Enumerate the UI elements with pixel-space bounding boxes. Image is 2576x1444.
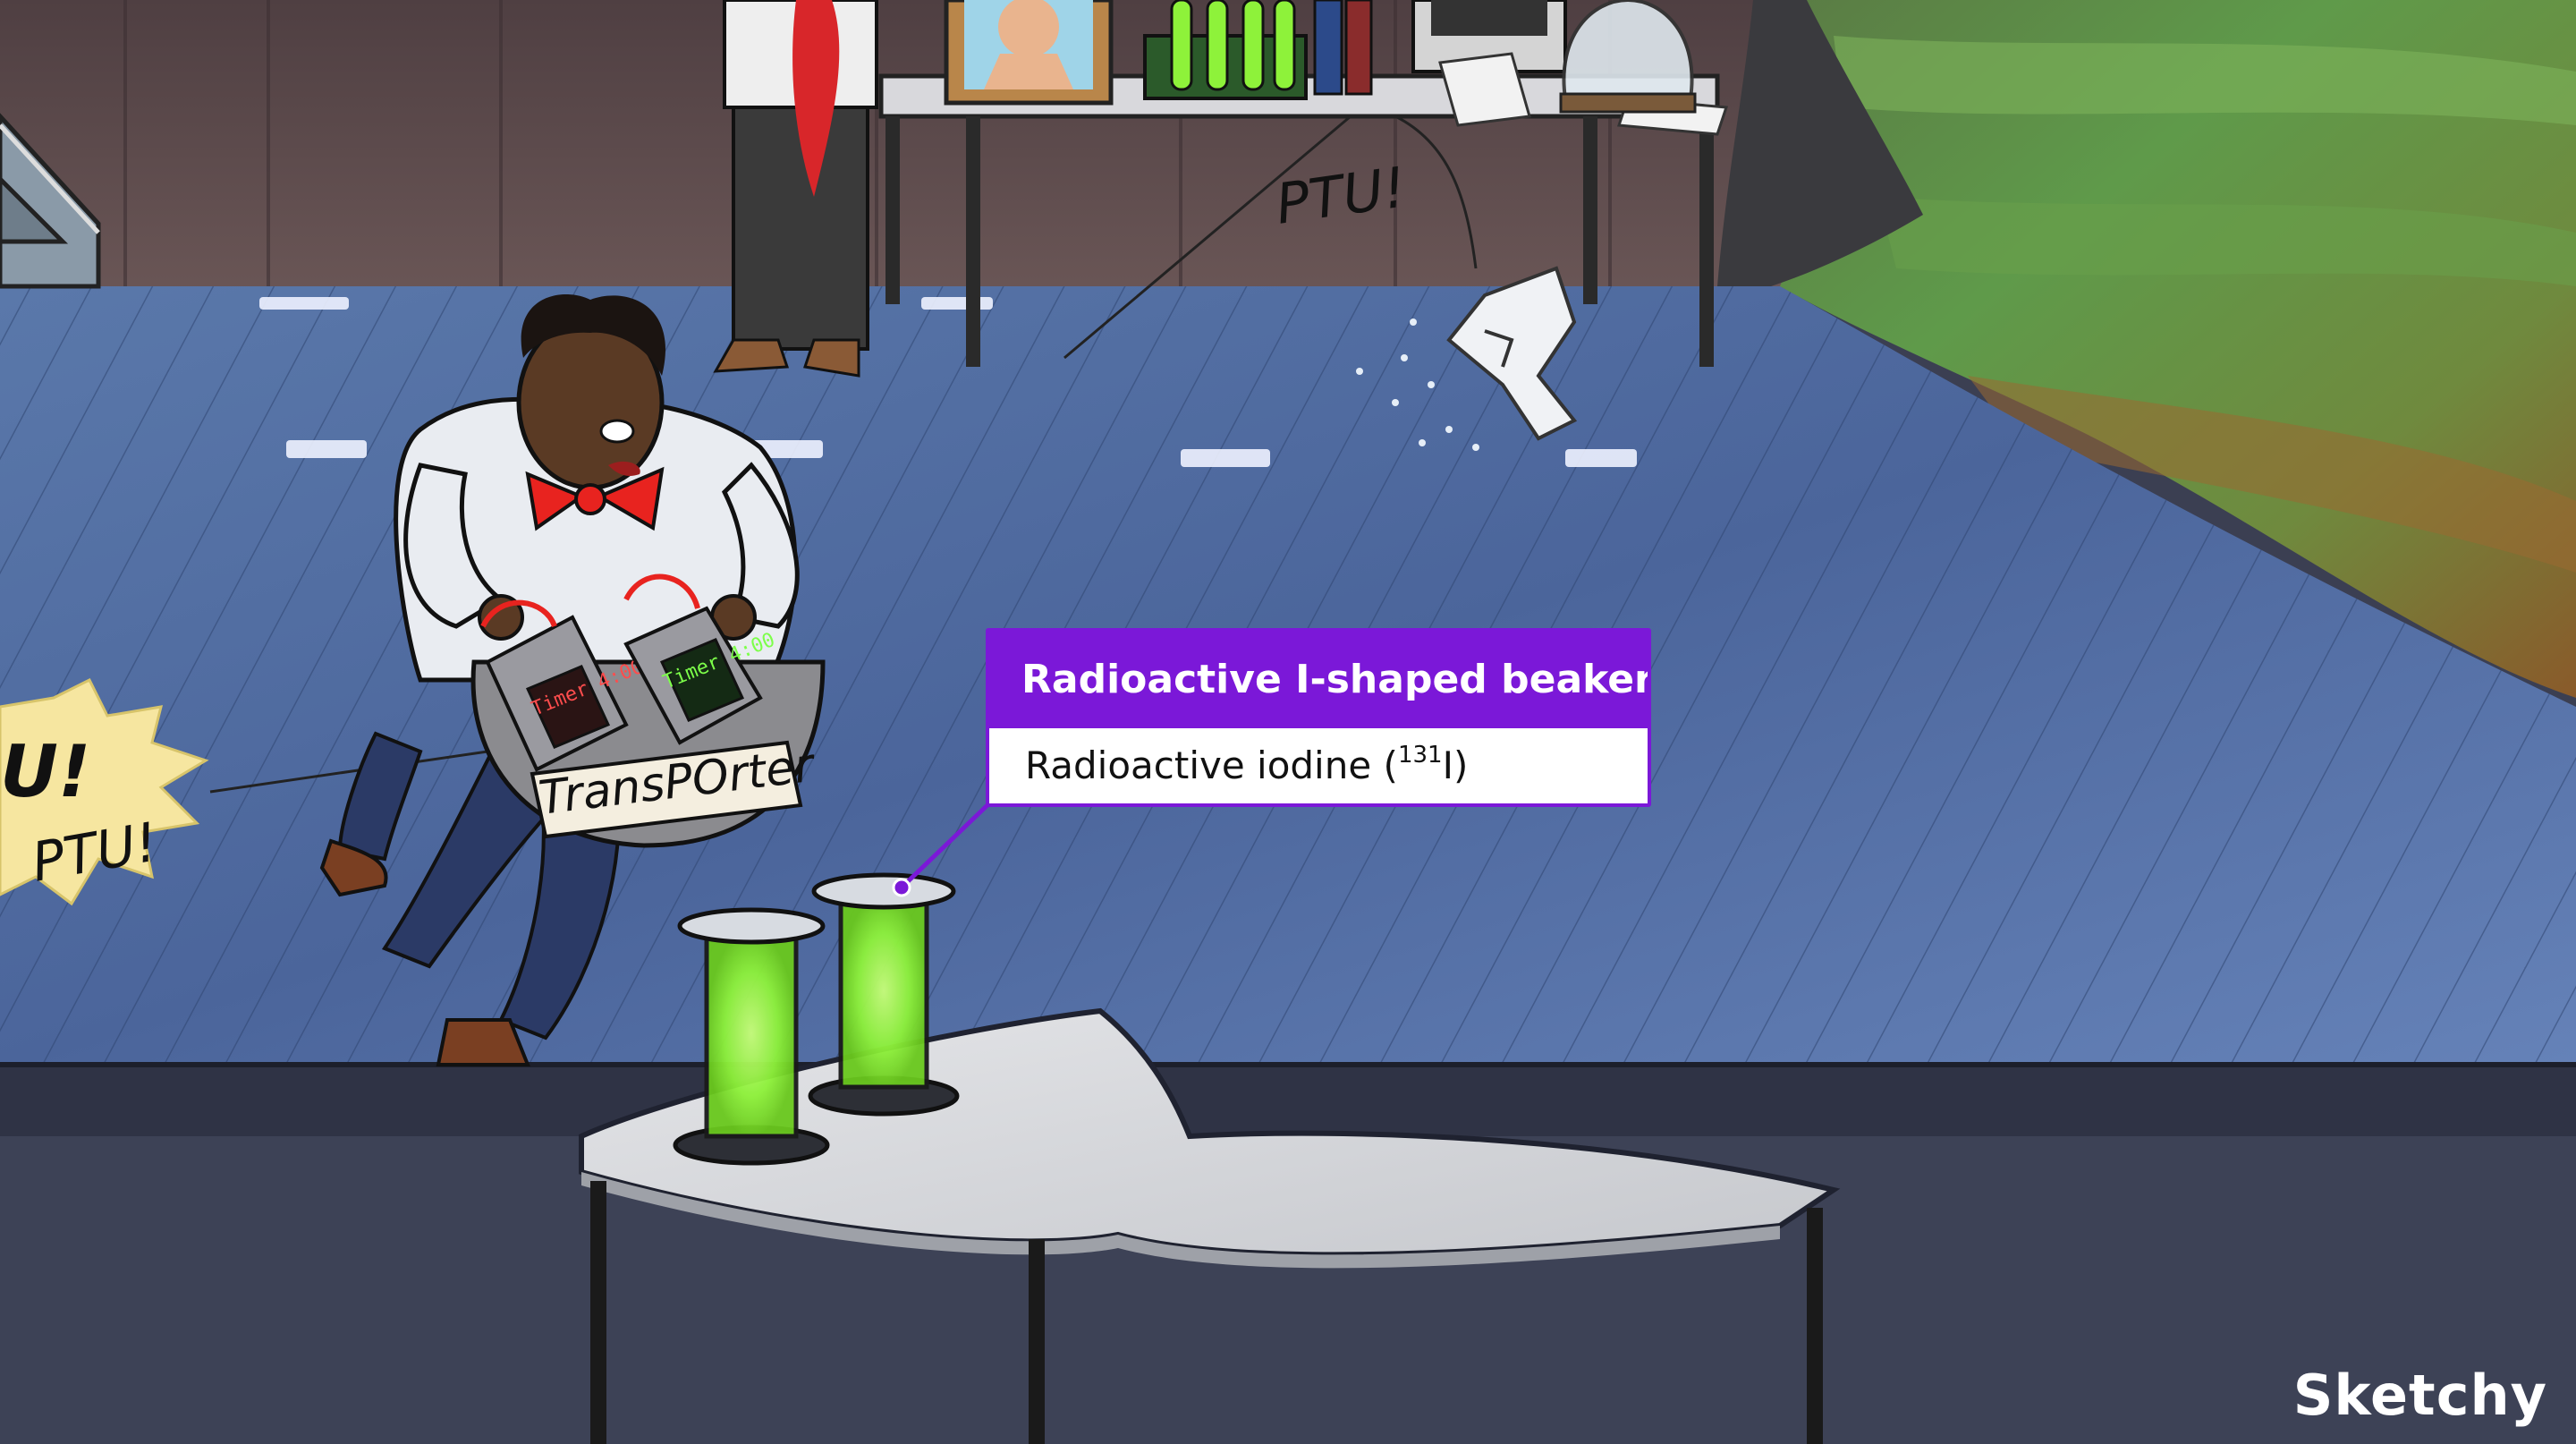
stage-edge: [0, 1065, 2576, 1136]
callout-pointer-dot: [892, 878, 911, 897]
callout-title: Radioactive I-shaped beakers: [989, 632, 1648, 728]
callout-body-suffix: I): [1442, 743, 1469, 787]
ptu-burst-text-a: U!: [0, 730, 90, 813]
sketchy-logo: Sketchy: [2292, 1363, 2547, 1428]
label-callout: Radioactive I-shaped beakers Radioactive…: [986, 628, 1651, 807]
back-figure: [713, 0, 878, 378]
callout-body-prefix: Radioactive iodine (: [1025, 743, 1398, 787]
callout-body-superscript: 131: [1397, 742, 1443, 769]
callout-body: Radioactive iodine (131I): [989, 728, 1648, 803]
